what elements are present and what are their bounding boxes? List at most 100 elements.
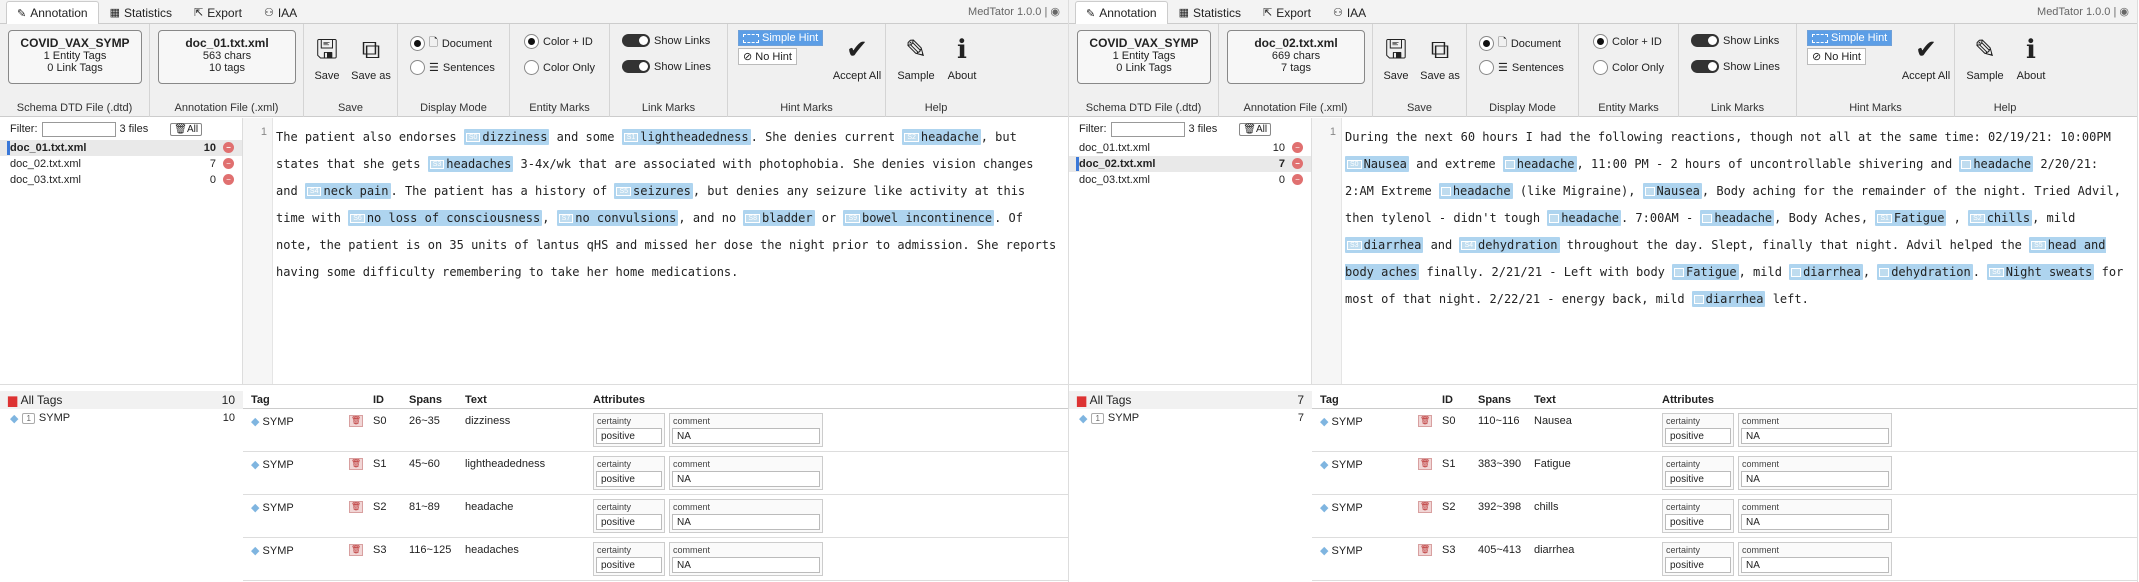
entity-mark[interactable]: headache	[1502, 156, 1577, 172]
save-button[interactable]: 🖫 Save	[1381, 30, 1411, 82]
certainty-select[interactable]: positive	[1665, 428, 1731, 444]
color-id-radio[interactable]: Color + ID	[524, 34, 593, 49]
simple-hint-option[interactable]: Simple Hint	[1807, 30, 1893, 46]
file-list-item[interactable]: doc_03.txt.xml 0−	[1069, 172, 1311, 188]
schema-file-box[interactable]: COVID_VAX_SYMP 1 Entity Tags 0 Link Tags	[8, 30, 142, 84]
delete-tag-icon[interactable]: 🗑	[1418, 415, 1432, 427]
tab-iaa[interactable]: ⚇ IAA	[253, 1, 308, 23]
comment-input[interactable]: NA	[1741, 514, 1889, 530]
tab-statistics[interactable]: ▦ Statistics	[99, 1, 183, 23]
show-lines-toggle[interactable]: Show Lines	[622, 60, 711, 73]
comment-input[interactable]: NA	[1741, 557, 1889, 573]
delete-tag-icon[interactable]: 🗑	[349, 458, 363, 470]
accept-all-button[interactable]: ✔ Accept All	[832, 30, 882, 82]
entity-mark[interactable]: S3 headaches	[427, 156, 514, 172]
entity-mark[interactable]: S1 lightheadedness	[621, 129, 751, 145]
tag-type-row[interactable]: ◆ 1 SYMP 10	[0, 409, 243, 427]
delete-tag-icon[interactable]: 🗑	[1418, 501, 1432, 513]
display-document-radio[interactable]: 🗋 Document	[410, 34, 492, 53]
github-icon[interactable]: ◉	[1050, 6, 1060, 18]
file-list-item[interactable]: doc_01.txt.xml 10−	[0, 140, 242, 156]
entity-mark[interactable]: S6 Night sweats	[1987, 264, 2095, 280]
entity-mark[interactable]: S7 no convulsions	[556, 210, 679, 226]
tab-iaa[interactable]: ⚇ IAA	[1322, 1, 1377, 23]
entity-mark[interactable]: S2 headache	[902, 129, 981, 145]
table-row[interactable]: ◆ SYMP 🗑 S2 392~398 chills certainty positive c…	[1312, 495, 2137, 538]
remove-file-icon[interactable]: −	[1292, 174, 1303, 185]
color-only-radio[interactable]: Color Only	[524, 60, 595, 75]
annotation-file-box[interactable]: doc_01.txt.xml 563 chars 10 tags	[158, 30, 296, 84]
document-text-area[interactable]: 1 During the next 60 hours I had the fol…	[1312, 118, 2137, 384]
delete-tag-icon[interactable]: 🗑	[349, 501, 363, 513]
save-button[interactable]: 🖫 Save	[312, 30, 342, 82]
display-document-radio[interactable]: 🗋 Document	[1479, 34, 1561, 53]
comment-input[interactable]: NA	[672, 557, 820, 573]
certainty-select[interactable]: positive	[1665, 557, 1731, 573]
entity-mark[interactable]: diarrhea	[1789, 264, 1863, 280]
remove-file-icon[interactable]: −	[223, 174, 234, 185]
remove-file-icon[interactable]: −	[223, 142, 234, 153]
tag-type-row[interactable]: ◆ 1 SYMP 7	[1069, 409, 1312, 427]
entity-mark[interactable]: S4 dehydration	[1459, 237, 1560, 253]
delete-tag-icon[interactable]: 🗑	[349, 415, 363, 427]
display-sentences-radio[interactable]: ☰ Sentences	[410, 60, 495, 75]
annotation-file-box[interactable]: doc_02.txt.xml 669 chars 7 tags	[1227, 30, 1365, 84]
table-row[interactable]: ◆ SYMP 🗑 S3 116~125 headaches certainty positi…	[243, 538, 1068, 581]
entity-mark[interactable]: S9 bowel incontinence	[843, 210, 995, 226]
entity-mark[interactable]: Nausea	[1642, 183, 1702, 199]
entity-mark[interactable]: S0 Nausea	[1345, 156, 1409, 172]
document-text-area[interactable]: 1 The patient also endorses S0 dizziness …	[243, 118, 1068, 384]
remove-file-icon[interactable]: −	[1292, 158, 1303, 169]
table-row[interactable]: ◆ SYMP 🗑 S0 110~116 Nausea certainty positive c…	[1312, 409, 2137, 452]
save-as-button[interactable]: ⧉ Save as	[348, 30, 394, 82]
certainty-select[interactable]: positive	[596, 557, 662, 573]
entity-mark[interactable]: S0 dizziness	[463, 129, 550, 145]
entity-mark[interactable]: diarrhea	[1691, 291, 1766, 307]
remove-file-icon[interactable]: −	[223, 158, 234, 169]
comment-input[interactable]: NA	[1741, 428, 1889, 444]
entity-mark[interactable]: dehydration	[1877, 264, 1973, 280]
table-row[interactable]: ◆ SYMP 🗑 S0 26~35 dizziness certainty positive…	[243, 409, 1068, 452]
simple-hint-option[interactable]: Simple Hint	[738, 30, 824, 46]
entity-mark[interactable]: S2 chills	[1968, 210, 2033, 226]
table-row[interactable]: ◆ SYMP 🗑 S3 405~413 diarrhea certainty positiv…	[1312, 538, 2137, 581]
tab-statistics[interactable]: ▦ Statistics	[1168, 1, 1252, 23]
entity-mark[interactable]: headache	[1959, 156, 2034, 172]
tab-annotation[interactable]: ✎ Annotation	[1075, 1, 1168, 24]
certainty-select[interactable]: positive	[596, 471, 662, 487]
sample-button[interactable]: ✎ Sample	[1963, 30, 2007, 82]
all-files-button[interactable]: 🗑All	[170, 122, 203, 136]
certainty-select[interactable]: positive	[1665, 471, 1731, 487]
delete-tag-icon[interactable]: 🗑	[1418, 544, 1432, 556]
comment-input[interactable]: NA	[672, 471, 820, 487]
about-button[interactable]: ℹ About	[942, 30, 982, 82]
entity-mark[interactable]: headache	[1438, 183, 1513, 199]
no-hint-option[interactable]: ⊘ No Hint	[1807, 48, 1866, 65]
document-text[interactable]: During the next 60 hours I had the follo…	[1345, 124, 2129, 313]
table-row[interactable]: ◆ SYMP 🗑 S2 81~89 headache certainty positive c…	[243, 495, 1068, 538]
all-files-button[interactable]: 🗑All	[1239, 122, 1272, 136]
entity-mark[interactable]: S6 no loss of consciousness	[348, 210, 543, 226]
file-list-item[interactable]: doc_03.txt.xml 0−	[0, 172, 242, 188]
filter-input[interactable]	[1110, 121, 1185, 137]
about-button[interactable]: ℹ About	[2011, 30, 2051, 82]
all-tags-row[interactable]: ▆ All Tags 10	[0, 391, 243, 409]
table-row[interactable]: ◆ SYMP 🗑 S1 383~390 Fatigue certainty positive…	[1312, 452, 2137, 495]
remove-file-icon[interactable]: −	[1292, 142, 1303, 153]
file-list-item[interactable]: doc_02.txt.xml 7−	[1069, 156, 1311, 172]
sample-button[interactable]: ✎ Sample	[894, 30, 938, 82]
entity-mark[interactable]: Fatigue	[1672, 264, 1739, 280]
all-tags-row[interactable]: ▆ All Tags 7	[1069, 391, 1312, 409]
entity-mark[interactable]: headache	[1700, 210, 1775, 226]
filter-input[interactable]	[41, 121, 116, 137]
show-links-toggle[interactable]: Show Links	[622, 34, 710, 47]
certainty-select[interactable]: positive	[596, 428, 662, 444]
entity-mark[interactable]: S3 diarrhea	[1345, 237, 1424, 253]
display-sentences-radio[interactable]: ☰ Sentences	[1479, 60, 1564, 75]
delete-tag-icon[interactable]: 🗑	[349, 544, 363, 556]
document-text[interactable]: The patient also endorses S0 dizziness an…	[276, 124, 1060, 286]
tab-export[interactable]: ⇱ Export	[183, 1, 253, 23]
save-as-button[interactable]: ⧉ Save as	[1417, 30, 1463, 82]
entity-mark[interactable]: S1 Fatigue	[1875, 210, 1947, 226]
file-list-item[interactable]: doc_01.txt.xml 10−	[1069, 140, 1311, 156]
